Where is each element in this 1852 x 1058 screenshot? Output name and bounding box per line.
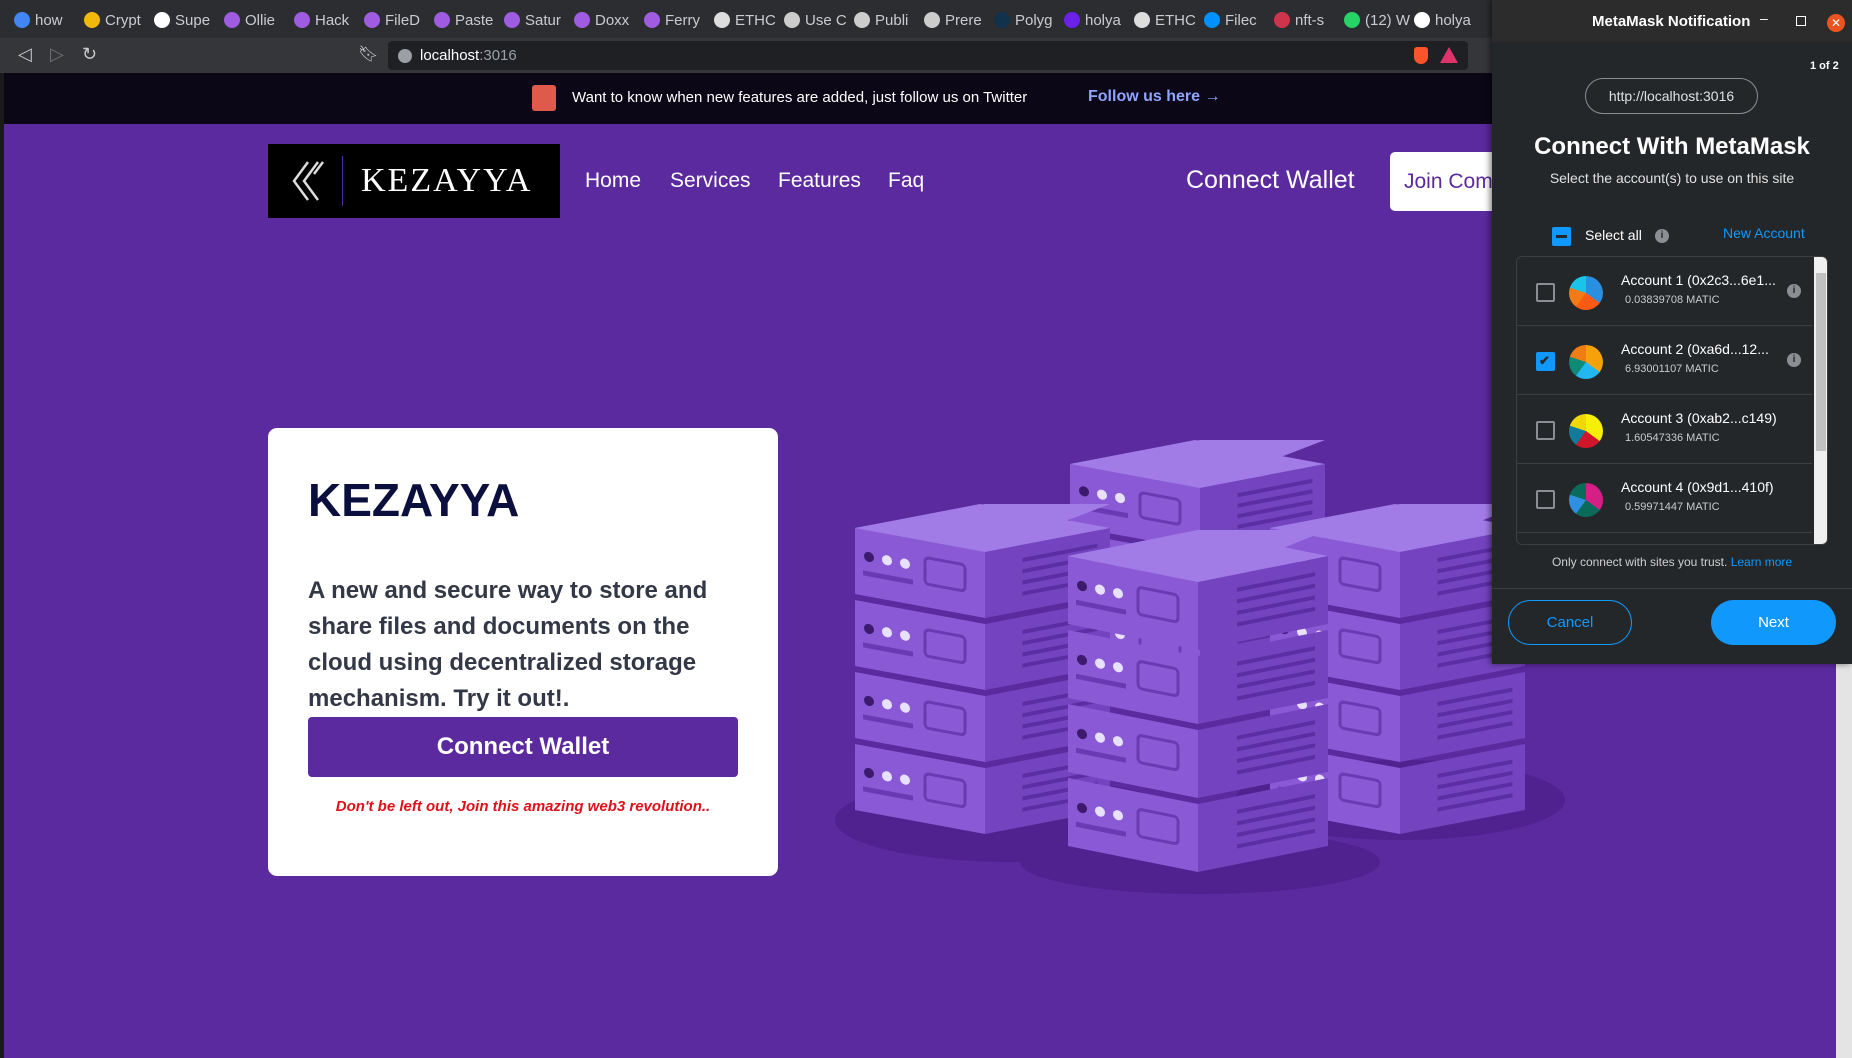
account-balance: 0.59971447 MATIC (1625, 501, 1720, 513)
account-name: Account 4 (0x9d1...410f) (1621, 479, 1774, 495)
account-name: Account 3 (0xab2...c149) (1621, 410, 1777, 426)
account-checkbox[interactable] (1536, 421, 1555, 440)
account-row[interactable]: Account 4 (0x9d1...410f) 0.59971447 MATI… (1517, 464, 1812, 533)
minimize-icon[interactable]: – (1760, 10, 1768, 26)
page-scrollbar[interactable] (1836, 664, 1852, 1058)
mm-origin-pill: http://localhost:3016 (1585, 78, 1758, 114)
account-avatar (1569, 276, 1603, 310)
cancel-button[interactable]: Cancel (1508, 600, 1632, 645)
new-account-link[interactable]: New Account (1723, 225, 1805, 241)
mm-title: Connect With MetaMask (1534, 133, 1810, 160)
account-name: Account 2 (0xa6d...12... (1621, 341, 1769, 357)
mm-divider (1492, 588, 1852, 589)
close-icon[interactable]: ✕ (1827, 14, 1845, 32)
maximize-icon[interactable] (1796, 16, 1806, 26)
info-icon[interactable]: i (1787, 284, 1801, 298)
trust-text: Only connect with sites you trust. (1551, 555, 1728, 569)
account-row[interactable]: Account 3 (0xab2...c149) 1.60547336 MATI… (1517, 395, 1812, 464)
account-list: Account 4 (0x9d1...410f) 0.59971447 MATI… (1516, 256, 1828, 545)
info-icon[interactable]: i (1787, 353, 1801, 367)
account-list-scrollbar[interactable] (1814, 257, 1827, 544)
account-checkbox[interactable] (1536, 490, 1555, 509)
account-avatar (1569, 483, 1603, 517)
account-checkbox[interactable]: ✔ (1536, 352, 1555, 371)
account-name: Account 1 (0x2c3...6e1... (1621, 272, 1776, 288)
account-row[interactable]: ✔ Account 2 (0xa6d...12... 6.93001107 MA… (1517, 326, 1812, 395)
mm-subtitle: Select the account(s) to use on this sit… (1549, 170, 1795, 186)
account-avatar (1569, 345, 1603, 379)
select-all-label: Select all (1585, 227, 1642, 243)
account-balance: 1.60547336 MATIC (1625, 432, 1720, 444)
mm-page-indicator: 1 of 2 (1810, 60, 1839, 72)
mm-titlebar: MetaMask Notification – ✕ (1492, 0, 1852, 42)
account-avatar (1569, 414, 1603, 448)
account-balance: 0.03839708 MATIC (1625, 294, 1720, 306)
next-button[interactable]: Next (1711, 600, 1836, 645)
metamask-window: MetaMask Notification – ✕ 1 of 2 http://… (1492, 0, 1852, 664)
account-row[interactable]: Account 1 (0x2c3...6e1... 0.03839708 MAT… (1517, 257, 1812, 326)
info-icon[interactable]: i (1655, 229, 1669, 243)
mm-window-title: MetaMask Notification (1592, 13, 1751, 30)
account-balance: 6.93001107 MATIC (1625, 363, 1719, 375)
account-checkbox[interactable] (1536, 283, 1555, 302)
select-all-checkbox[interactable] (1552, 227, 1571, 246)
trust-notice: Only connect with sites you trust. Learn… (1492, 555, 1852, 569)
learn-more-link[interactable]: Learn more (1731, 555, 1792, 569)
